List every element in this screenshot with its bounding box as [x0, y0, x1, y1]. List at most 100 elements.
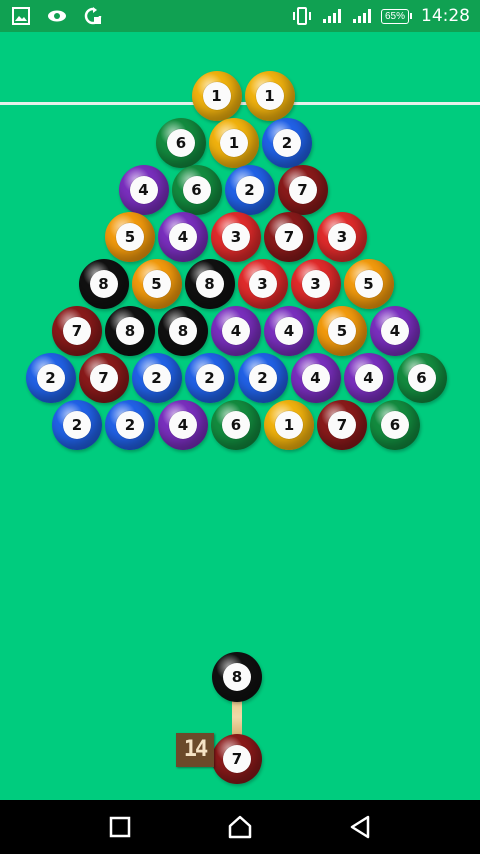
ball-number: 2 [124, 416, 136, 434]
ball-number: 1 [283, 416, 295, 434]
ball-8: 8 [105, 306, 155, 356]
ball-number: 6 [416, 369, 427, 387]
ball-number: 2 [45, 369, 56, 387]
ball-number: 6 [175, 134, 187, 152]
navigation-bar [0, 800, 480, 854]
ball-4: 4 [158, 400, 208, 450]
ball-number: 4 [310, 369, 321, 387]
back-button[interactable] [345, 812, 375, 842]
ball-2: 2 [105, 400, 155, 450]
ball-4: 4 [118, 165, 169, 215]
ball-number: 2 [281, 134, 293, 152]
ball-6: 6 [370, 400, 420, 450]
ball-3: 3 [317, 212, 367, 262]
ball-7: 7 [52, 306, 102, 356]
ball-2: 2 [131, 353, 182, 403]
ball-3: 3 [290, 259, 341, 309]
ball-number: 4 [177, 416, 189, 434]
ball-number: 5 [151, 275, 162, 293]
ball-4: 4 [211, 306, 261, 356]
ball-number: 5 [124, 228, 136, 246]
ball-5: 5 [317, 306, 367, 356]
signal-icon [321, 5, 343, 27]
ball-7: 7 [78, 353, 129, 403]
ball-5: 5 [105, 212, 155, 262]
ball-7: 7 [317, 400, 367, 450]
ball-4: 4 [343, 353, 394, 403]
ball-7: 7 [264, 212, 314, 262]
eye-icon [46, 5, 68, 27]
ball-number: 4 [138, 181, 149, 199]
ball-number: 2 [204, 369, 215, 387]
ball-number: 2 [71, 416, 83, 434]
ball-number: 3 [336, 228, 348, 246]
ball-3: 3 [237, 259, 288, 309]
ball-2: 2 [237, 353, 288, 403]
ball-number: 1 [211, 87, 222, 105]
ball-6: 6 [156, 118, 206, 168]
ball-number: 4 [177, 228, 189, 246]
ball-number: 3 [230, 228, 242, 246]
battery-percent: 65% [384, 10, 405, 22]
ball-number: 5 [336, 322, 348, 340]
ball-number: 8 [177, 322, 189, 340]
ball-1: 1 [209, 118, 259, 168]
ball-8: 8 [184, 259, 235, 309]
ball-number: 8 [231, 668, 243, 686]
ball-number: 6 [389, 416, 401, 434]
ball-number: 7 [336, 416, 348, 434]
next-ball[interactable]: 7 [212, 734, 262, 784]
ball-2: 2 [52, 400, 102, 450]
home-icon [228, 815, 252, 839]
ball-4: 4 [158, 212, 208, 262]
ball-2: 2 [25, 353, 76, 403]
vibrate-icon [291, 5, 313, 27]
ball-2: 2 [262, 118, 312, 168]
ball-4: 4 [264, 306, 314, 356]
ball-number: 2 [151, 369, 162, 387]
ball-4: 4 [290, 353, 341, 403]
ball-number: 6 [230, 416, 242, 434]
shots-left-counter: 14 [176, 733, 214, 767]
ball-number: 7 [297, 181, 308, 199]
ball-number: 3 [257, 275, 268, 293]
ball-5: 5 [343, 259, 394, 309]
ball-number: 4 [283, 322, 295, 340]
ball-4: 4 [370, 306, 420, 356]
home-button[interactable] [225, 812, 255, 842]
recent-apps-button[interactable] [105, 812, 135, 842]
image-icon [10, 5, 32, 27]
ball-number: 2 [244, 181, 255, 199]
ball-1: 1 [264, 400, 314, 450]
ball-1: 1 [191, 71, 242, 121]
ball-6: 6 [211, 400, 261, 450]
status-bar: 65% 14:28 [0, 0, 480, 32]
ball-6: 6 [396, 353, 447, 403]
ball-number: 5 [363, 275, 374, 293]
ball-number: 1 [228, 134, 240, 152]
ball-number: 7 [71, 322, 83, 340]
ball-number: 4 [389, 322, 401, 340]
ball-number: 8 [124, 322, 136, 340]
ball-number: 4 [363, 369, 374, 387]
signal-icon [351, 5, 373, 27]
ball-3: 3 [211, 212, 261, 262]
ball-8: 8 [158, 306, 208, 356]
shooter-ball[interactable]: 8 [212, 652, 262, 702]
ball-number: 2 [257, 369, 268, 387]
ball-number: 4 [230, 322, 242, 340]
ball-number: 7 [98, 369, 109, 387]
ball-number: 8 [98, 275, 109, 293]
game-board[interactable]: 1161246275437385833578844542722244622461… [0, 32, 480, 800]
battery-indicator: 65% [380, 8, 413, 24]
ball-6: 6 [171, 165, 222, 215]
ball-number: 1 [264, 87, 275, 105]
ball-5: 5 [131, 259, 182, 309]
ball-7: 7 [277, 165, 328, 215]
clock-time: 14:28 [421, 6, 470, 26]
back-icon [350, 815, 370, 839]
recent-apps-icon [109, 816, 131, 838]
ball-number: 7 [231, 750, 243, 768]
ball-2: 2 [184, 353, 235, 403]
ball-number: 6 [191, 181, 202, 199]
